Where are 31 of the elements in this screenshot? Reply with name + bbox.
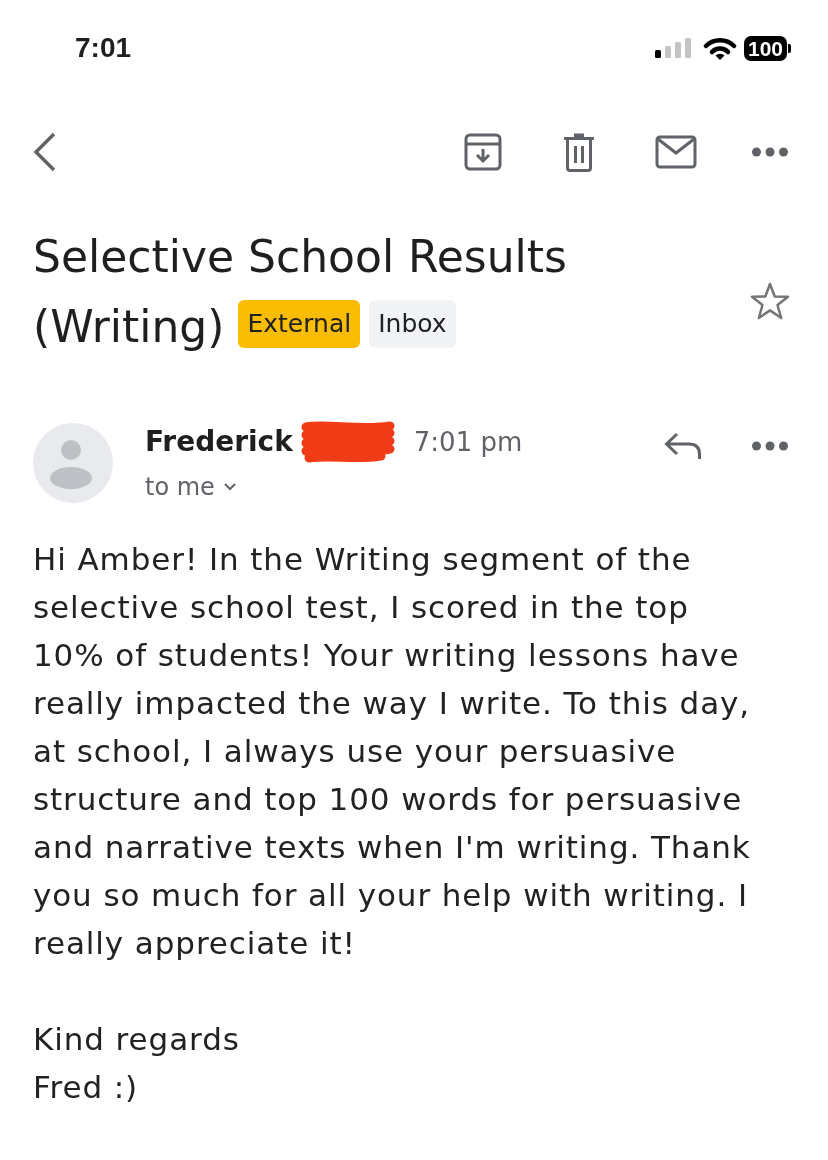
back-button[interactable]: [33, 132, 57, 172]
trash-icon: [563, 132, 595, 172]
closing-text: Kind regards: [33, 1020, 241, 1059]
reply-arrow-icon: [664, 432, 702, 460]
message-more-button[interactable]: [752, 441, 788, 451]
archive-icon: [464, 133, 502, 171]
chevron-down-icon: [223, 483, 236, 491]
signature-text: Fred :): [33, 1068, 140, 1107]
reply-button[interactable]: [664, 432, 702, 460]
recipient-details-button[interactable]: to me: [145, 467, 236, 507]
back-chevron-icon: [33, 132, 57, 172]
wifi-icon: [702, 35, 737, 61]
avatar-icon: [33, 423, 113, 503]
more-dots-icon: [752, 441, 788, 451]
message-body: Hi Amber! In the Writing segment of the selective school test, I scored in the top 10% of students! Your writing lessons have really impacted the way I write. To this day, at school, I always use your persuasive structure and top 100 words for persuasive and narrative texts when I'm writing. Thank you so much for all your help with writing. I really appreciate it!: [33, 540, 752, 963]
battery-indicator: 100: [743, 35, 791, 61]
sender-name: Frederick: [145, 424, 293, 460]
archive-button[interactable]: [464, 133, 502, 171]
clock-time: 7:01: [75, 31, 132, 65]
signal-strength-icon: [654, 38, 693, 58]
email-subject: Selective School Results: [33, 230, 567, 284]
label-tag: External: [238, 300, 361, 348]
envelope-icon: [655, 135, 697, 169]
delete-button[interactable]: [563, 132, 595, 172]
more-options-button[interactable]: [752, 147, 788, 157]
more-dots-icon: [752, 147, 788, 157]
mark-unread-button[interactable]: [655, 135, 697, 169]
star-button[interactable]: [750, 282, 790, 320]
label-tag: Inbox: [369, 300, 456, 348]
email-subject: (Writing): [33, 300, 225, 354]
message-time: 7:01 pm: [413, 426, 523, 459]
